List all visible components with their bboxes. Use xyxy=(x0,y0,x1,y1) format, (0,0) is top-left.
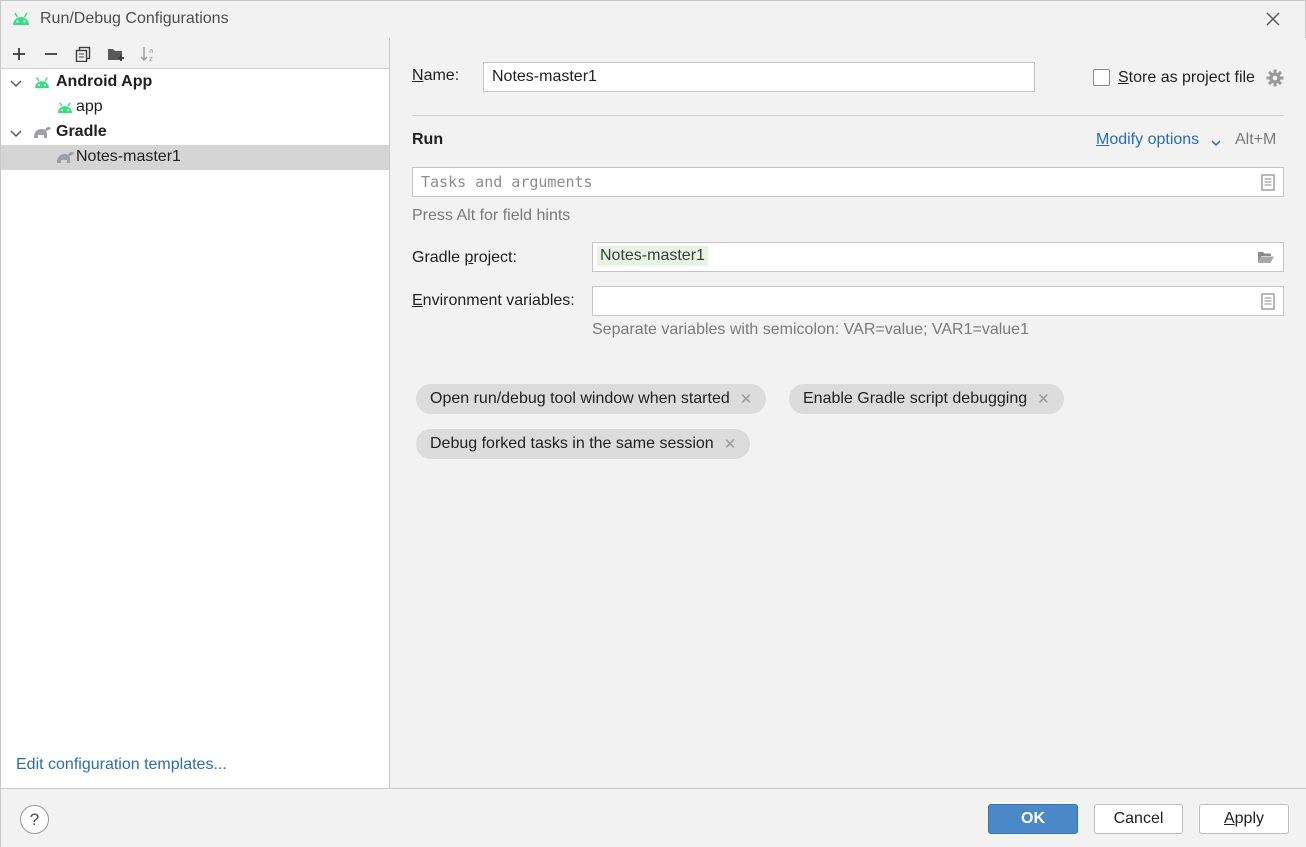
tree-item-label: app xyxy=(76,98,103,115)
expand-field-icon[interactable] xyxy=(1261,174,1275,196)
option-chip-label: Enable Gradle script debugging xyxy=(803,390,1028,407)
remove-option-icon[interactable]: ✕ xyxy=(740,390,753,408)
tasks-and-arguments-field[interactable]: Tasks and arguments xyxy=(412,167,1284,197)
tree-group-gradle[interactable]: Gradle xyxy=(1,120,389,145)
title-bar: Run/Debug Configurations xyxy=(1,1,1305,38)
android-icon xyxy=(11,10,31,31)
chevron-down-icon[interactable] xyxy=(1210,135,1222,153)
new-folder-icon[interactable] xyxy=(100,40,132,68)
name-value: Notes-master1 xyxy=(492,68,597,85)
option-chip-label: Debug forked tasks in the same session xyxy=(430,435,714,452)
svg-text:a: a xyxy=(149,47,153,55)
gradle-icon xyxy=(57,151,74,163)
configuration-editor-panel: Name: Notes-master1 Store as project fil… xyxy=(391,38,1306,788)
configuration-tree: Android App app Gradle Notes-master1 xyxy=(1,70,389,170)
remove-option-icon[interactable]: ✕ xyxy=(724,435,737,453)
name-field[interactable]: Notes-master1 xyxy=(483,62,1035,92)
svg-text:z: z xyxy=(149,55,153,63)
remove-icon[interactable] xyxy=(35,40,67,68)
option-chip-label: Open run/debug tool window when started xyxy=(430,390,730,407)
tree-item-notes-master1[interactable]: Notes-master1 xyxy=(1,145,389,170)
environment-variables-label: Environment variables: xyxy=(412,292,575,309)
field-hints-text: Press Alt for field hints xyxy=(412,207,571,224)
store-as-project-file-checkbox[interactable] xyxy=(1093,69,1110,86)
gear-icon[interactable] xyxy=(1266,69,1284,92)
modify-options-link[interactable]: Modify options xyxy=(1096,131,1199,149)
tasks-placeholder: Tasks and arguments xyxy=(421,173,593,191)
android-icon xyxy=(35,77,49,89)
tree-group-label: Android App xyxy=(56,73,153,90)
section-run-heading: Run xyxy=(412,131,444,148)
gradle-project-field[interactable]: Notes-master1 xyxy=(592,242,1284,272)
option-chip-debug-forked-tasks: Debug forked tasks in the same session ✕ xyxy=(416,429,751,459)
option-chip-enable-gradle-debugging: Enable Gradle script debugging ✕ xyxy=(789,384,1064,414)
name-label: Name: xyxy=(412,67,460,84)
sort-icon[interactable]: az xyxy=(132,40,164,68)
run-debug-configurations-dialog: Run/Debug Configurations az Android App … xyxy=(0,0,1306,847)
dialog-button-bar: ? OK Cancel Apply xyxy=(1,788,1306,847)
tree-toolbar: az xyxy=(1,38,389,69)
environment-variables-field[interactable] xyxy=(592,286,1284,316)
expand-field-icon[interactable] xyxy=(1261,293,1275,315)
tree-item-label: Notes-master1 xyxy=(76,148,181,165)
android-icon xyxy=(58,102,72,114)
tree-group-label: Gradle xyxy=(56,123,107,140)
close-icon[interactable] xyxy=(1261,7,1285,31)
chevron-down-icon[interactable] xyxy=(9,126,23,140)
help-button[interactable]: ? xyxy=(20,805,49,834)
environment-variables-hint: Separate variables with semicolon: VAR=v… xyxy=(592,321,1029,338)
store-as-project-file-label[interactable]: Store as project file xyxy=(1118,69,1255,87)
gradle-project-value: Notes-master1 xyxy=(597,246,708,266)
gradle-project-label: Gradle project: xyxy=(412,249,517,266)
tree-group-android-app[interactable]: Android App xyxy=(1,70,389,95)
gradle-icon xyxy=(34,126,51,138)
cancel-button[interactable]: Cancel xyxy=(1094,804,1183,834)
apply-button[interactable]: Apply xyxy=(1199,804,1289,834)
add-icon[interactable] xyxy=(3,40,35,68)
modify-options-shortcut: Alt+M xyxy=(1235,131,1277,148)
ok-button[interactable]: OK xyxy=(988,804,1078,834)
folder-open-icon[interactable] xyxy=(1257,250,1275,269)
option-chip-open-tool-window: Open run/debug tool window when started … xyxy=(416,384,767,414)
separator xyxy=(412,115,1284,116)
window-title: Run/Debug Configurations xyxy=(40,10,229,27)
remove-option-icon[interactable]: ✕ xyxy=(1037,390,1050,408)
configuration-tree-panel: az Android App app Gradle Notes-master1 … xyxy=(1,38,390,788)
tree-item-app[interactable]: app xyxy=(1,95,389,120)
copy-icon[interactable] xyxy=(67,40,99,68)
edit-configuration-templates-link[interactable]: Edit configuration templates... xyxy=(16,756,227,774)
chevron-down-icon[interactable] xyxy=(9,76,23,90)
